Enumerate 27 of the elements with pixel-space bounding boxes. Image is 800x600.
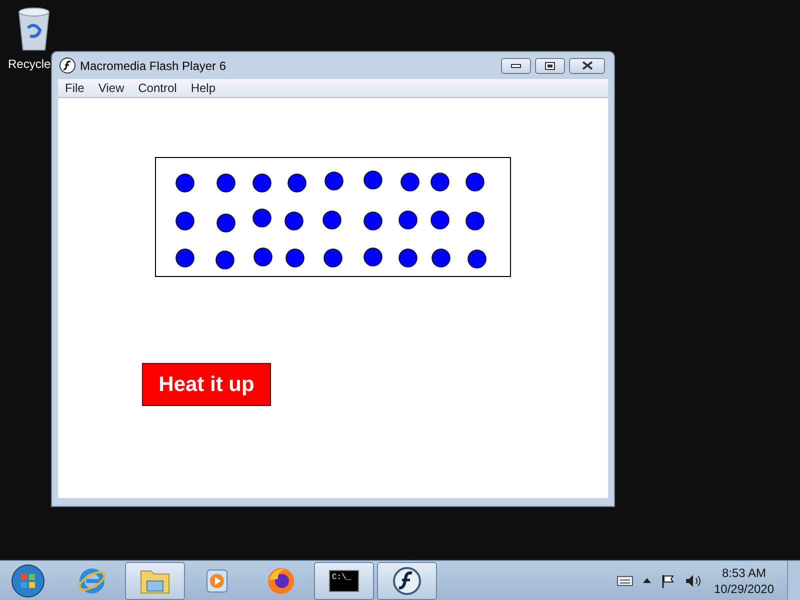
close-icon — [582, 61, 592, 70]
firefox-logo-icon — [266, 566, 296, 596]
heat-button[interactable]: Heat it up — [142, 363, 271, 406]
caret-icon[interactable] — [643, 578, 651, 583]
flash-logo-icon — [59, 57, 76, 74]
trash-bin-icon[interactable] — [16, 6, 52, 52]
close-button[interactable] — [569, 58, 605, 74]
speaker-icon[interactable] — [685, 574, 701, 588]
clock[interactable]: 8:53 AM 10/29/2020 — [711, 564, 777, 596]
menu-item[interactable]: File — [65, 79, 84, 97]
menu-item[interactable]: Help — [190, 79, 216, 97]
taskbar-button[interactable]: C:\_ — [314, 562, 374, 600]
maximize-icon — [545, 62, 555, 70]
flag-icon[interactable] — [661, 574, 675, 588]
window-title: Macromedia Flash Player 6 — [80, 58, 226, 74]
keyboard-icon[interactable] — [617, 576, 633, 586]
terminal-icon: C:\_ — [329, 570, 359, 592]
ie-logo-icon — [77, 566, 107, 596]
flash-logo-icon — [392, 566, 422, 596]
taskbar-button[interactable] — [377, 562, 437, 600]
menu-item[interactable]: View — [98, 79, 124, 97]
menu-item[interactable]: Control — [138, 79, 177, 97]
minimize-icon — [511, 64, 521, 68]
minimize-button[interactable] — [501, 58, 531, 74]
maximize-button[interactable] — [535, 58, 565, 74]
start-button-icon[interactable] — [10, 564, 44, 598]
icon-label: Recycle — [8, 58, 51, 70]
